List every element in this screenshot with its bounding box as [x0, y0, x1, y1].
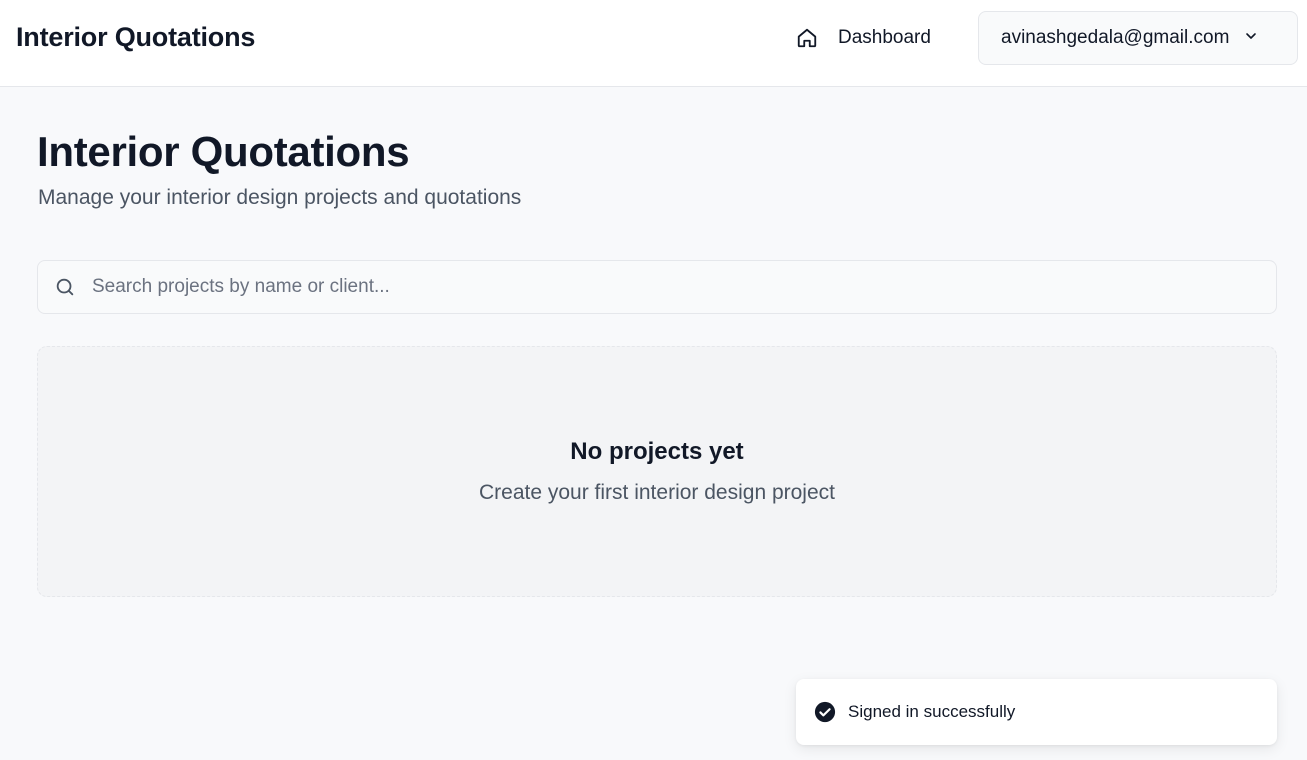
toast-message: Signed in successfully — [848, 702, 1016, 721]
page-title: Interior Quotations — [37, 128, 410, 175]
nav-dashboard-label: Dashboard — [838, 27, 931, 48]
home-icon — [796, 27, 818, 49]
chevron-down-icon — [1243, 28, 1259, 49]
user-email: avinashgedala@gmail.com — [1001, 27, 1230, 48]
nav-dashboard-link[interactable]: Dashboard — [796, 22, 931, 54]
search-input[interactable] — [92, 276, 1242, 298]
user-menu-button[interactable]: avinashgedala@gmail.com — [978, 11, 1298, 65]
search-icon — [54, 276, 76, 298]
brand-title[interactable]: Interior Quotations — [16, 22, 255, 53]
page-subtitle: Manage your interior design projects and… — [38, 186, 522, 209]
empty-state-title: No projects yet — [570, 438, 744, 465]
check-circle-icon — [814, 701, 836, 723]
search-box[interactable] — [37, 260, 1277, 314]
empty-state-subtitle: Create your first interior design projec… — [479, 481, 835, 504]
empty-state-panel: No projects yet Create your first interi… — [37, 346, 1277, 597]
top-header: Interior Quotations Dashboard avinashged… — [0, 0, 1307, 87]
toast-notification[interactable]: Signed in successfully — [796, 679, 1277, 745]
